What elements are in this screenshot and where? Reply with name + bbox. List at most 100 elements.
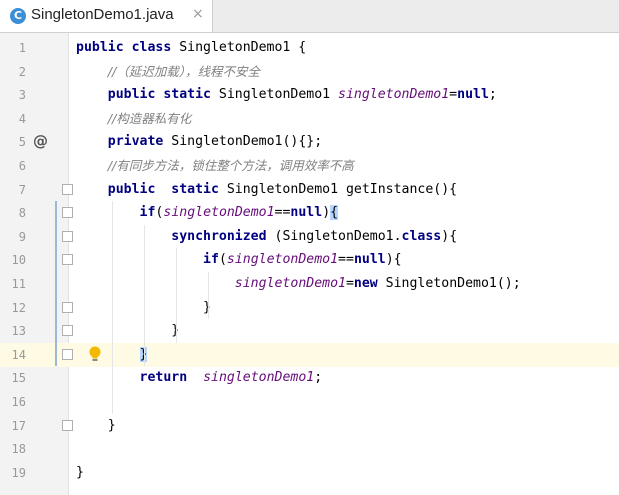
- line-number: 11: [11, 277, 26, 291]
- code-token: singletonDemo1: [338, 87, 450, 103]
- code-text[interactable]: public static SingletonDemo1 singletonDe…: [76, 83, 497, 107]
- line-number: 9: [18, 229, 26, 244]
- code-line[interactable]: 2 //（延迟加载），线程不安全: [0, 60, 619, 84]
- code-text[interactable]: private SingletonDemo1(){};: [76, 130, 322, 154]
- code-token: SingletonDemo1(){};: [171, 134, 323, 150]
- code-text[interactable]: //（延迟加载），线程不安全: [76, 60, 260, 85]
- line-number: 13: [11, 324, 26, 339]
- code-token: public class: [76, 40, 180, 55]
- indent-guide: [144, 224, 145, 367]
- code-line[interactable]: 17 }: [0, 414, 619, 438]
- fold-marker-icon[interactable]: [62, 207, 73, 219]
- code-line[interactable]: 7 public static SingletonDemo1 getInstan…: [0, 178, 619, 202]
- code-token: =: [449, 87, 458, 103]
- code-text[interactable]: }: [76, 319, 179, 343]
- code-line[interactable]: 11 singletonDemo1=new SingletonDemo1();: [0, 272, 619, 296]
- scope-indicator: [55, 201, 57, 367]
- code-text[interactable]: public static SingletonDemo1 getInstance…: [76, 178, 457, 202]
- override-marker-icon[interactable]: @: [33, 132, 48, 150]
- code-token: public static: [107, 181, 227, 197]
- code-token: }: [76, 417, 116, 433]
- line-number: 2: [18, 64, 26, 79]
- code-token: }: [76, 323, 180, 339]
- code-line[interactable]: 13 }: [0, 319, 619, 343]
- code-line[interactable]: 16: [0, 390, 619, 414]
- code-token: ){: [385, 252, 402, 268]
- code-line[interactable]: 5 private SingletonDemo1(){};: [0, 130, 619, 154]
- code-token: if: [203, 252, 219, 268]
- java-class-icon: C: [10, 8, 26, 24]
- code-token: ): [322, 205, 331, 221]
- code-text[interactable]: //构造器私有化: [76, 107, 191, 132]
- fold-marker-icon[interactable]: [62, 183, 73, 195]
- fold-marker-icon[interactable]: [62, 301, 73, 313]
- line-number: 14: [0, 342, 26, 367]
- code-line[interactable]: 4 //构造器私有化: [0, 107, 619, 131]
- code-text[interactable]: synchronized (SingletonDemo1.class){: [76, 225, 457, 249]
- code-line[interactable]: 15 return singletonDemo1;: [0, 366, 619, 390]
- code-line[interactable]: 18: [0, 437, 619, 461]
- code-token: return: [139, 370, 204, 386]
- code-text[interactable]: }: [76, 414, 116, 438]
- close-icon[interactable]: ×: [192, 6, 204, 22]
- code-token: null: [457, 87, 489, 103]
- code-token: SingletonDemo1: [218, 87, 339, 103]
- tab-title[interactable]: SingletonDemo1.java: [31, 6, 174, 23]
- code-line[interactable]: 9 synchronized (SingletonDemo1.class){: [0, 225, 619, 249]
- code-token: //（延迟加载），线程不安全: [107, 63, 260, 79]
- code-token: ;: [314, 370, 323, 386]
- fold-marker-icon[interactable]: [62, 230, 73, 242]
- code-text[interactable]: if(singletonDemo1==null){: [76, 248, 402, 272]
- code-line[interactable]: 6 //有同步方法，锁住整个方法，调用效率不高: [0, 154, 619, 178]
- code-line[interactable]: 3 public static SingletonDemo1 singleton…: [0, 83, 619, 107]
- indent-guide: [208, 272, 209, 320]
- line-number: 1: [18, 41, 26, 55]
- code-text[interactable]: singletonDemo1=new SingletonDemo1();: [76, 272, 521, 296]
- line-number: 18: [11, 442, 26, 457]
- code-line[interactable]: 12 }: [0, 296, 619, 320]
- code-editor[interactable]: 1 public class SingletonDemo1 {2 //（延迟加载）…: [0, 33, 619, 495]
- line-number: 6: [18, 159, 26, 173]
- code-line[interactable]: 1 public class SingletonDemo1 {: [0, 36, 619, 60]
- code-line[interactable]: 19}: [0, 461, 619, 485]
- code-token: ;: [488, 87, 497, 103]
- code-line[interactable]: 10 if(singletonDemo1==null){: [0, 248, 619, 272]
- fold-marker-icon[interactable]: [62, 348, 73, 360]
- code-token: private: [107, 134, 172, 150]
- fold-marker-icon[interactable]: [62, 325, 73, 337]
- code-token: SingletonDemo1 {: [179, 40, 307, 55]
- editor-tab-bar: C SingletonDemo1.java ×: [0, 0, 619, 33]
- code-token: null: [290, 205, 323, 221]
- code-text[interactable]: if(singletonDemo1==null){: [76, 201, 339, 225]
- indent-guide: [112, 201, 113, 414]
- code-token: singletonDemo1: [234, 276, 346, 291]
- code-token: synchronized: [171, 228, 275, 244]
- fold-marker-icon[interactable]: [62, 419, 73, 431]
- line-number: 10: [11, 253, 26, 268]
- indent-guide: [176, 248, 177, 343]
- fold-marker-icon[interactable]: [62, 254, 73, 266]
- line-number: 8: [18, 206, 26, 221]
- code-text[interactable]: public class SingletonDemo1 {: [76, 36, 306, 60]
- code-token: singletonDemo1: [163, 205, 275, 221]
- code-token: (SingletonDemo1.: [274, 228, 402, 244]
- lightbulb-icon[interactable]: [88, 346, 102, 362]
- code-token: //有同步方法，锁住整个方法，调用效率不高: [107, 158, 354, 173]
- code-token: new: [353, 276, 386, 291]
- code-token: }: [76, 464, 84, 480]
- code-token: public static: [107, 87, 219, 103]
- code-token: if: [139, 205, 156, 221]
- code-token: null: [353, 252, 386, 268]
- code-token: singletonDemo1: [203, 370, 315, 386]
- code-line[interactable]: 8 if(singletonDemo1==null){: [0, 201, 619, 225]
- tab-singletondemo1[interactable]: C SingletonDemo1.java ×: [0, 0, 213, 32]
- code-text[interactable]: //有同步方法，锁住整个方法，调用效率不高: [76, 154, 354, 179]
- code-text[interactable]: }: [76, 461, 84, 485]
